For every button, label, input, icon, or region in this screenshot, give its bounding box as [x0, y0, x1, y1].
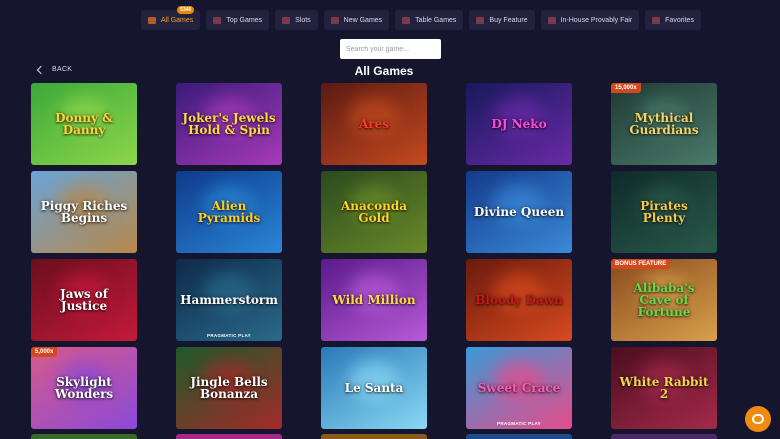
game-tile[interactable]: Ares: [321, 83, 427, 165]
game-title: Alien Pyramids: [197, 199, 261, 225]
game-tile[interactable]: Bloody Dawn: [466, 259, 572, 341]
game-title: Skylight Wonders: [54, 375, 114, 401]
category-nav: All Games 5346 Top Games Slots New Games Tabl…: [141, 6, 701, 30]
game-title: Pirates Plenty: [640, 199, 688, 225]
slots-icon: [282, 16, 291, 24]
game-tile[interactable]: Anaconda Gold: [321, 171, 427, 253]
game-tile[interactable]: Pirates Plenty: [611, 171, 717, 253]
nav-tab-label: All Games: [161, 16, 194, 24]
chat-icon: [752, 414, 764, 424]
game-tile[interactable]: [31, 434, 137, 439]
nav-tab-table-games[interactable]: Table Games: [395, 10, 464, 30]
table-games-icon: [402, 16, 411, 24]
top-games-icon: [213, 16, 222, 24]
game-tile[interactable]: 5,000x Skylight Wonders: [31, 347, 137, 429]
game-title: Hammerstorm: [180, 293, 278, 307]
game-title: Jingle Bells Bonanza: [190, 375, 268, 401]
game-tile[interactable]: Wild Million: [321, 259, 427, 341]
page-title: All Games: [354, 64, 414, 78]
game-tile[interactable]: [611, 434, 717, 439]
nav-tab-label: Slots: [295, 16, 311, 24]
favorites-icon: [652, 16, 661, 24]
game-provider: PRAGMATIC PLAY: [497, 421, 541, 426]
tile-tag: 5,000x: [31, 347, 58, 357]
game-title: Mythical Guardians: [629, 111, 699, 137]
nav-tab-label: Buy Feature: [489, 16, 528, 24]
game-title: Piggy Riches Begins: [40, 199, 128, 225]
game-title: Divine Queen: [473, 205, 565, 219]
game-tile[interactable]: Le Santa: [321, 347, 427, 429]
nav-tab-slots[interactable]: Slots: [275, 10, 318, 30]
live-chat-button[interactable]: [745, 406, 771, 432]
game-title: Jaws of Justice: [60, 287, 108, 313]
game-grid: Donny & Danny Joker's Jewels Hold & Spin A…: [31, 83, 717, 429]
provably-fair-icon: [547, 16, 556, 24]
game-tile[interactable]: Divine Queen: [466, 171, 572, 253]
game-tile[interactable]: White Rabbit 2: [611, 347, 717, 429]
game-tile[interactable]: [466, 434, 572, 439]
game-count-badge: 5346: [177, 6, 195, 14]
tile-tag: 15,000x: [611, 83, 641, 93]
game-title: Alibaba's Cave of Fortune: [633, 281, 695, 319]
nav-tab-label: New Games: [343, 16, 383, 24]
game-tile[interactable]: Piggy Riches Begins: [31, 171, 137, 253]
game-title: Donny & Danny: [55, 111, 113, 137]
nav-tab-label: Top Games: [226, 16, 263, 24]
nav-tab-label: Favorites: [665, 16, 694, 24]
tile-tag: BONUS FEATURE: [611, 259, 671, 269]
game-grid-next-row: [31, 434, 717, 439]
game-title: Le Santa: [344, 381, 404, 395]
game-tile[interactable]: Alien Pyramids: [176, 171, 282, 253]
game-title: Anaconda Gold: [340, 199, 407, 225]
grid-icon: [148, 16, 156, 24]
game-tile[interactable]: Jaws of Justice: [31, 259, 137, 341]
game-title: Ares: [358, 117, 390, 131]
game-tile[interactable]: BONUS FEATURE Alibaba's Cave of Fortune: [611, 259, 717, 341]
nav-tab-top-games[interactable]: Top Games: [206, 10, 270, 30]
game-tile[interactable]: [176, 434, 282, 439]
game-tile[interactable]: Donny & Danny: [31, 83, 137, 165]
game-title: DJ Neko: [491, 117, 547, 131]
game-tile[interactable]: 15,000x Mythical Guardians: [611, 83, 717, 165]
nav-tab-all-games[interactable]: All Games 5346: [141, 6, 201, 30]
buy-feature-icon: [476, 16, 485, 24]
game-tile[interactable]: Hammerstorm PRAGMATIC PLAY: [176, 259, 282, 341]
game-title: White Rabbit 2: [619, 375, 709, 401]
game-tile[interactable]: Joker's Jewels Hold & Spin: [176, 83, 282, 165]
game-provider: PRAGMATIC PLAY: [207, 333, 251, 338]
new-games-icon: [330, 16, 339, 24]
game-title: Sweet Crace: [477, 381, 561, 395]
nav-tab-label: In-House Provably Fair: [560, 16, 633, 24]
nav-tab-favorites[interactable]: Favorites: [645, 10, 701, 30]
game-title: Wild Million: [332, 293, 416, 307]
game-title: Bloody Dawn: [475, 293, 563, 307]
nav-tab-in-house-provably-fair[interactable]: In-House Provably Fair: [540, 10, 640, 30]
search-input[interactable]: [340, 39, 441, 59]
game-tile[interactable]: Sweet Crace PRAGMATIC PLAY: [466, 347, 572, 429]
nav-tab-buy-feature[interactable]: Buy Feature: [469, 10, 535, 30]
nav-tab-new-games[interactable]: New Games: [323, 10, 390, 30]
game-tile[interactable]: Jingle Bells Bonanza: [176, 347, 282, 429]
game-tile[interactable]: DJ Neko: [466, 83, 572, 165]
game-tile[interactable]: [321, 434, 427, 439]
nav-tab-label: Table Games: [415, 16, 457, 24]
game-title: Joker's Jewels Hold & Spin: [182, 111, 276, 137]
